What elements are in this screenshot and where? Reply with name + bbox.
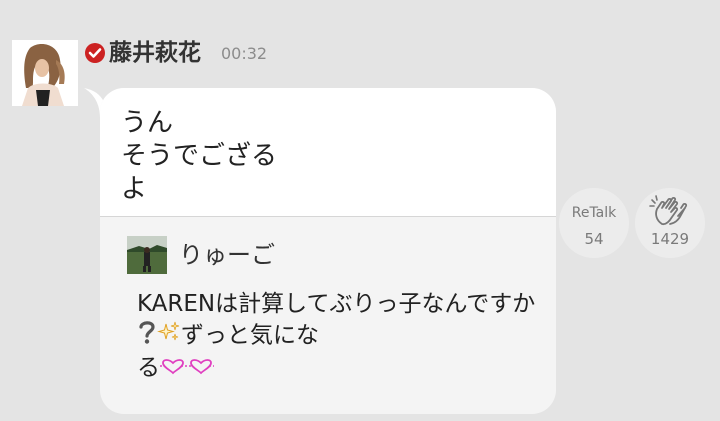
pink-hearts-icon bbox=[160, 354, 214, 384]
retalk-button[interactable]: ReTalk 54 bbox=[559, 188, 629, 258]
quote-text-part3: る bbox=[137, 355, 160, 381]
retalk-label: ReTalk bbox=[571, 205, 617, 221]
message-text: うん そうでござる よ bbox=[121, 108, 278, 204]
quote-username[interactable]: りゅーご bbox=[179, 240, 275, 270]
quote-text-part1: KARENは計算してぶりっ子なんですか bbox=[137, 291, 536, 317]
user-avatar[interactable] bbox=[12, 40, 78, 106]
verified-check-icon bbox=[85, 43, 105, 63]
post-time: 00:32 bbox=[221, 44, 268, 63]
quote-user-avatar[interactable] bbox=[127, 236, 167, 274]
quote-text: KARENは計算してぶりっ子なんですかずっと気になる bbox=[137, 289, 537, 384]
clap-button[interactable]: 1429 bbox=[635, 188, 705, 258]
post-username[interactable]: 藤井萩花 bbox=[109, 38, 201, 68]
retalk-count: 54 bbox=[584, 230, 604, 248]
question-mark-icon bbox=[137, 319, 157, 353]
sparkle-icon bbox=[157, 320, 181, 352]
clap-count: 1429 bbox=[650, 230, 690, 248]
quote-text-part2: ずっと気にな bbox=[181, 322, 319, 349]
message-area: うん そうでござる よ bbox=[100, 88, 556, 217]
clap-hands-icon bbox=[649, 195, 688, 226]
message-bubble[interactable]: うん そうでござる よ りゅーご KARENは計算してぶりっ子なんですかずっと気… bbox=[100, 88, 556, 414]
